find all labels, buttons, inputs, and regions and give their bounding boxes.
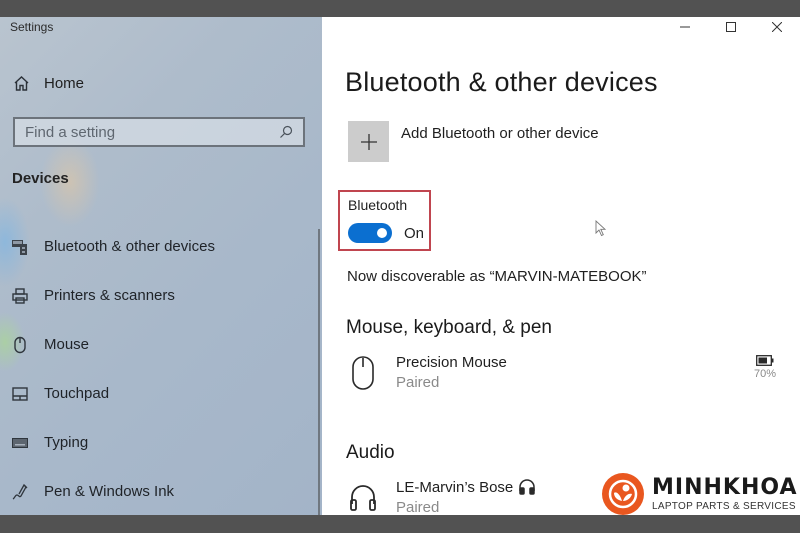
window-controls [662,17,800,37]
group-title-audio: Audio [346,442,395,463]
group-title-mouse-keyboard-pen: Mouse, keyboard, & pen [346,317,552,338]
device-le-marvins-bose[interactable]: LE-Marvin’s Bose Paired [348,478,536,516]
sidebar-item-bluetooth[interactable]: Bluetooth & other devices [0,222,318,271]
device-name: LE-Marvin’s Bose [396,478,514,496]
bottom-frame-bar [0,515,800,533]
maximize-button[interactable] [708,17,754,37]
device-status: Paired [396,499,440,516]
pen-icon [11,483,29,501]
app-title: Settings [10,20,54,34]
sidebar-item-label: Pen & Windows Ink [44,483,175,500]
bluetooth-devices-icon [11,238,29,256]
discoverable-text: Now discoverable as “MARVIN-MATEBOOK” [347,268,647,285]
home-icon [12,74,30,92]
mouse-icon [348,354,378,392]
sidebar-nav: Bluetooth & other devices Printers & sca… [0,222,318,515]
main-content: Bluetooth & other devices Add Bluetooth … [322,17,800,516]
sidebar-item-label: Touchpad [44,385,110,402]
brand-name: MINHKHOA [652,474,798,500]
sidebar-scrollbar[interactable] [318,229,320,515]
headphones-icon [348,478,378,516]
search-icon[interactable] [277,123,295,141]
bluetooth-label: Bluetooth [348,197,408,213]
device-battery: 70% [754,355,776,380]
sidebar-item-label: Printers & scanners [44,287,175,304]
sidebar-item-pen[interactable]: Pen & Windows Ink [0,467,318,515]
minimize-button[interactable] [662,17,708,37]
sidebar-item-mouse[interactable]: Mouse [0,320,318,369]
plus-icon [360,133,377,150]
sidebar-item-printers[interactable]: Printers & scanners [0,271,318,320]
brand-logo-icon [602,473,644,515]
section-heading-devices: Devices [12,170,69,187]
sidebar-item-label: Typing [44,434,89,451]
search-input[interactable] [25,123,277,141]
bluetooth-toggle-state: On [404,225,425,242]
device-precision-mouse[interactable]: Precision Mouse Paired [348,354,507,392]
device-name: Precision Mouse [396,354,507,371]
brand-tagline: LAPTOP PARTS & SERVICES [652,500,796,512]
maximize-icon [726,22,736,32]
add-device-label: Add Bluetooth or other device [401,125,599,142]
sidebar-item-touchpad[interactable]: Touchpad [0,369,318,418]
mouse-icon [11,336,29,354]
close-icon [772,22,782,32]
device-status: Paired [396,374,440,391]
home-label: Home [44,74,85,92]
keyboard-icon [11,434,29,452]
headphones-small-icon [519,479,536,495]
settings-window: Settings Home Devices [0,17,800,516]
printer-icon [11,287,29,305]
close-button[interactable] [754,17,800,37]
top-frame-bar [0,0,800,17]
sidebar-item-label: Bluetooth & other devices [44,238,215,255]
mouse-pointer-icon [595,219,607,242]
watermark-logo: MINHKHOA LAPTOP PARTS & SERVICES [602,473,798,515]
sidebar-item-typing[interactable]: Typing [0,418,318,467]
toggle-knob [377,228,387,238]
add-device-button[interactable]: Add Bluetooth or other device [348,121,599,162]
touchpad-icon [11,385,29,403]
page-title: Bluetooth & other devices [345,67,658,97]
sidebar-item-label: Mouse [44,336,90,353]
sidebar: Settings Home Devices [0,17,322,515]
bluetooth-toggle[interactable] [348,223,392,243]
minimize-icon [680,26,690,28]
battery-icon [756,355,774,366]
battery-percent: 70% [753,368,776,380]
search-box[interactable] [13,117,305,147]
add-device-tile[interactable] [348,121,389,162]
sidebar-home[interactable]: Home [12,74,84,92]
